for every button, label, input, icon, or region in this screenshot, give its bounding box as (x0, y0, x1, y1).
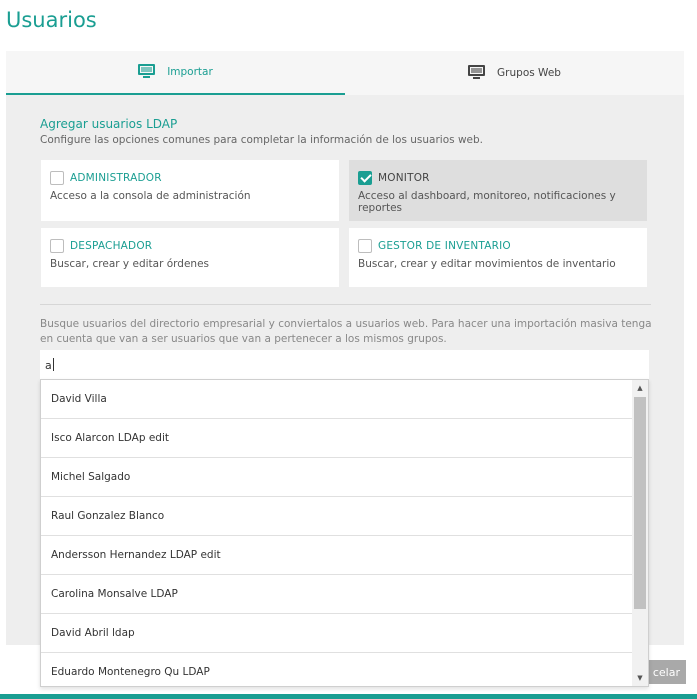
search-input[interactable] (40, 350, 649, 380)
monitor-icon (468, 64, 486, 82)
bottom-accent-bar (0, 694, 697, 699)
role-name: DESPACHADOR (70, 240, 153, 252)
autocomplete-dropdown: David Villa Isco Alarcon LDAp edit Miche… (40, 379, 649, 687)
administrador-checkbox[interactable] (50, 171, 64, 185)
list-item[interactable]: Raul Gonzalez Blanco (41, 497, 633, 536)
list-item[interactable]: David Abril ldap (41, 614, 633, 653)
scroll-up-arrow-icon[interactable]: ▲ (632, 381, 648, 395)
tab-grupos-web-label: Grupos Web (497, 67, 561, 79)
scroll-down-arrow-icon[interactable]: ▼ (632, 671, 648, 685)
section-title: Agregar usuarios LDAP (40, 117, 178, 131)
role-name: GESTOR DE INVENTARIO (378, 240, 511, 252)
despachador-checkbox[interactable] (50, 239, 64, 253)
monitor-checkbox[interactable] (358, 171, 372, 185)
scroll-thumb[interactable] (634, 397, 646, 609)
role-name: MONITOR (378, 172, 430, 184)
list-item[interactable]: Michel Salgado (41, 458, 633, 497)
section-description: Configure las opciones comunes para comp… (40, 134, 484, 146)
tab-importar-label: Importar (167, 66, 213, 78)
tab-importar[interactable]: Importar (6, 51, 345, 95)
role-card-administrador[interactable]: ADMINISTRADOR Acceso a la consola de adm… (41, 160, 339, 221)
gestor-de-inventario-checkbox[interactable] (358, 239, 372, 253)
role-description: Buscar, crear y editar movimientos de in… (358, 258, 616, 270)
cancel-button[interactable]: celar (646, 660, 686, 684)
role-description: Acceso al dashboard, monitoreo, notifica… (358, 190, 616, 214)
list-item[interactable]: Isco Alarcon LDAp edit (41, 419, 633, 458)
list-item[interactable]: Eduardo Montenegro Qu LDAP (41, 653, 633, 686)
role-card-monitor[interactable]: MONITOR Acceso al dashboard, monitoreo, … (349, 160, 647, 221)
tab-grupos-web[interactable]: Grupos Web (345, 51, 684, 95)
role-name: ADMINISTRADOR (70, 172, 162, 184)
role-description: Buscar, crear y editar órdenes (50, 258, 210, 270)
divider (40, 304, 651, 305)
dropdown-scrollbar[interactable]: ▲ ▼ (632, 380, 648, 686)
role-description: Acceso a la consola de administración (50, 190, 251, 202)
tab-bar: Importar Grupos Web (6, 51, 684, 95)
role-card-despachador[interactable]: DESPACHADOR Buscar, crear y editar órden… (41, 228, 339, 287)
page-title: Usuarios (6, 8, 97, 32)
list-item[interactable]: Carolina Monsalve LDAP (41, 575, 633, 614)
list-item[interactable]: David Villa (41, 380, 633, 419)
list-item[interactable]: Andersson Hernandez LDAP edit (41, 536, 633, 575)
results-list: David Villa Isco Alarcon LDAp edit Miche… (41, 380, 633, 686)
search-help-text: Busque usuarios del directorio empresari… (40, 318, 652, 345)
monitor-icon (138, 63, 156, 81)
role-card-gestor-de-inventario[interactable]: GESTOR DE INVENTARIO Buscar, crear y edi… (349, 228, 647, 287)
text-caret (53, 358, 54, 371)
